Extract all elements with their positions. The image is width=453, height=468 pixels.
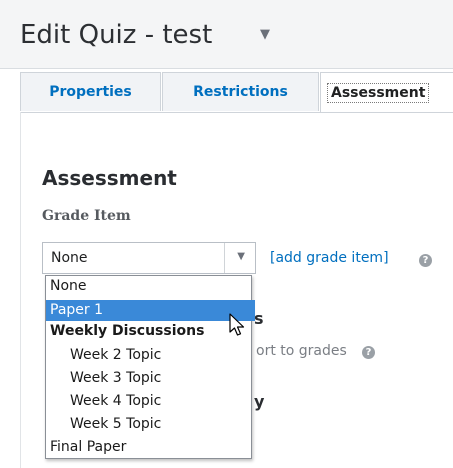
dropdown-option-final-paper[interactable]: Final Paper	[46, 437, 255, 458]
tab-restrictions[interactable]: Restrictions	[162, 72, 319, 111]
tab-label: Properties	[49, 84, 132, 100]
dropdown-option-week-3-topic[interactable]: Week 3 Topic	[46, 368, 275, 389]
help-icon[interactable]: ?	[419, 254, 432, 267]
help-icon[interactable]: ?	[362, 346, 375, 359]
grade-item-dropdown-list[interactable]: None Paper 1 Weekly Discussions Week 2 T…	[45, 275, 255, 459]
select-divider	[224, 243, 225, 273]
chevron-down-icon: ▼	[237, 251, 245, 262]
mouse-cursor-icon	[229, 313, 245, 336]
tab-properties[interactable]: Properties	[20, 72, 161, 111]
tab-label: Restrictions	[193, 84, 288, 100]
page-header: Edit Quiz - test ▼	[0, 0, 453, 69]
content-border-left	[20, 112, 21, 468]
tab-bar: Properties Restrictions Assessment	[20, 72, 453, 113]
tab-label: Assessment	[327, 83, 430, 103]
dropdown-option-none[interactable]: None	[46, 276, 255, 297]
page-title: Edit Quiz - test	[20, 20, 213, 50]
chevron-down-icon[interactable]: ▼	[260, 27, 270, 42]
grade-item-value: None	[51, 250, 88, 266]
grade-item-select[interactable]: None ▼	[42, 242, 256, 274]
dropdown-option-week-5-topic[interactable]: Week 5 Topic	[46, 414, 275, 435]
content-border	[20, 112, 453, 113]
dropdown-group-weekly-discussions: Weekly Discussions	[50, 323, 205, 339]
grade-item-label: Grade Item	[42, 208, 131, 224]
dropdown-option-week-2-topic[interactable]: Week 2 Topic	[46, 345, 275, 366]
obscured-heading-fragment: s	[254, 309, 264, 328]
tab-assessment[interactable]: Assessment	[320, 72, 453, 113]
section-title: Assessment	[42, 166, 177, 190]
add-grade-item-link[interactable]: [add grade item]	[270, 250, 389, 266]
dropdown-option-week-4-topic[interactable]: Week 4 Topic	[46, 391, 275, 412]
dropdown-option-paper-1[interactable]: Paper 1	[46, 300, 255, 321]
